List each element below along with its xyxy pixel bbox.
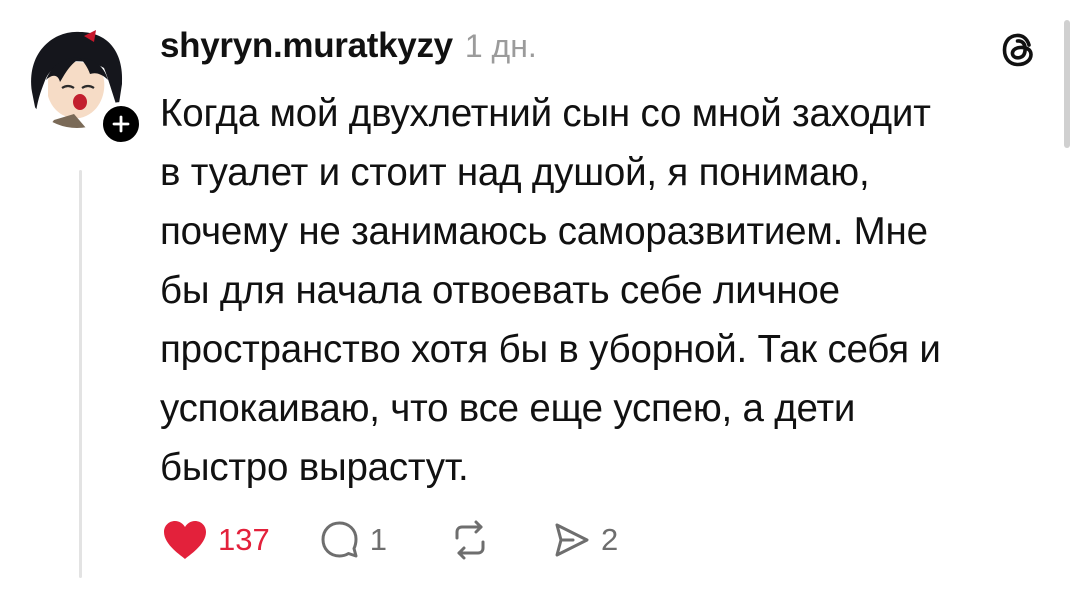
like-count: 137	[218, 522, 270, 557]
share-count: 2	[600, 522, 619, 557]
post-text-line: пространство хотя бы в уборной. Так себя…	[160, 328, 941, 371]
thread-line	[79, 170, 82, 578]
post-text-line: в туалет и стоит над душой, я понимаю,	[160, 151, 870, 194]
comment-bubble-icon	[321, 521, 358, 558]
post-text-line: почему не занимаюсь саморазвитием. Мне	[160, 210, 928, 253]
like-button[interactable]: 137	[160, 518, 270, 562]
repost-button[interactable]	[447, 518, 493, 562]
send-icon	[555, 523, 589, 557]
timestamp[interactable]: 1 дн.	[465, 28, 537, 65]
post-text-line: Когда мой двухлетний сын со мной заходит	[160, 92, 931, 135]
action-bar: 137 1 2	[160, 512, 618, 568]
heart-icon	[164, 521, 206, 559]
repost-icon	[455, 520, 485, 560]
post-text-line: успокаиваю, что все еще успею, а дети	[160, 387, 856, 430]
username[interactable]: shyryn.muratkyzy	[160, 26, 453, 66]
share-button[interactable]: 2	[549, 518, 618, 562]
post-text-line: быстро вырастут.	[160, 446, 469, 489]
post-text-line: бы для начала отвоевать себе личное	[160, 269, 840, 312]
scrollbar[interactable]	[1064, 20, 1070, 148]
reply-button[interactable]: 1	[318, 518, 387, 562]
follow-button[interactable]	[99, 102, 143, 146]
threads-logo-icon[interactable]	[998, 28, 1042, 72]
post-text: Когда мой двухлетний сын со мной заходит…	[160, 84, 1060, 497]
avatar-container[interactable]	[24, 22, 143, 146]
plus-icon	[112, 115, 130, 133]
reply-count: 1	[369, 522, 387, 557]
post-header: shyryn.muratkyzy 1 дн.	[160, 26, 537, 76]
